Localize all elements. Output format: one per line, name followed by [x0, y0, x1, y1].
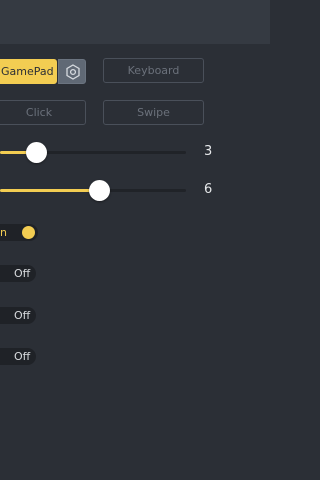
toggle-1-knob: [22, 226, 35, 239]
slider-2-value: 6: [204, 182, 213, 197]
toggle-4-label: Off: [14, 350, 31, 363]
hexagon-gear-icon: [66, 64, 80, 80]
toggle-4[interactable]: Off: [0, 348, 36, 365]
slider-1[interactable]: [0, 140, 190, 164]
gamepad-settings-button[interactable]: [58, 59, 86, 84]
gamepad-mode-button[interactable]: GamePad: [0, 59, 57, 84]
toggle-3[interactable]: Off: [0, 307, 36, 324]
slider-2-fill: [0, 189, 100, 192]
toggle-1[interactable]: n: [0, 224, 38, 241]
top-bar: [0, 0, 270, 44]
slider-1-value: 3: [204, 144, 213, 159]
toggle-2-label: Off: [14, 267, 31, 280]
slider-2-thumb[interactable]: [89, 180, 110, 201]
slider-2[interactable]: [0, 178, 190, 202]
toggle-1-label: n: [0, 226, 7, 239]
slider-1-thumb[interactable]: [26, 142, 47, 163]
swipe-mode-button[interactable]: Swipe: [103, 100, 204, 125]
click-mode-button[interactable]: Click: [0, 100, 86, 125]
toggle-2[interactable]: Off: [0, 265, 36, 282]
keyboard-mode-button[interactable]: Keyboard: [103, 58, 204, 83]
game-controls-panel: GamePad Keyboard Click Swipe 3 6 n Off O…: [0, 0, 270, 480]
toggle-3-label: Off: [14, 309, 31, 322]
